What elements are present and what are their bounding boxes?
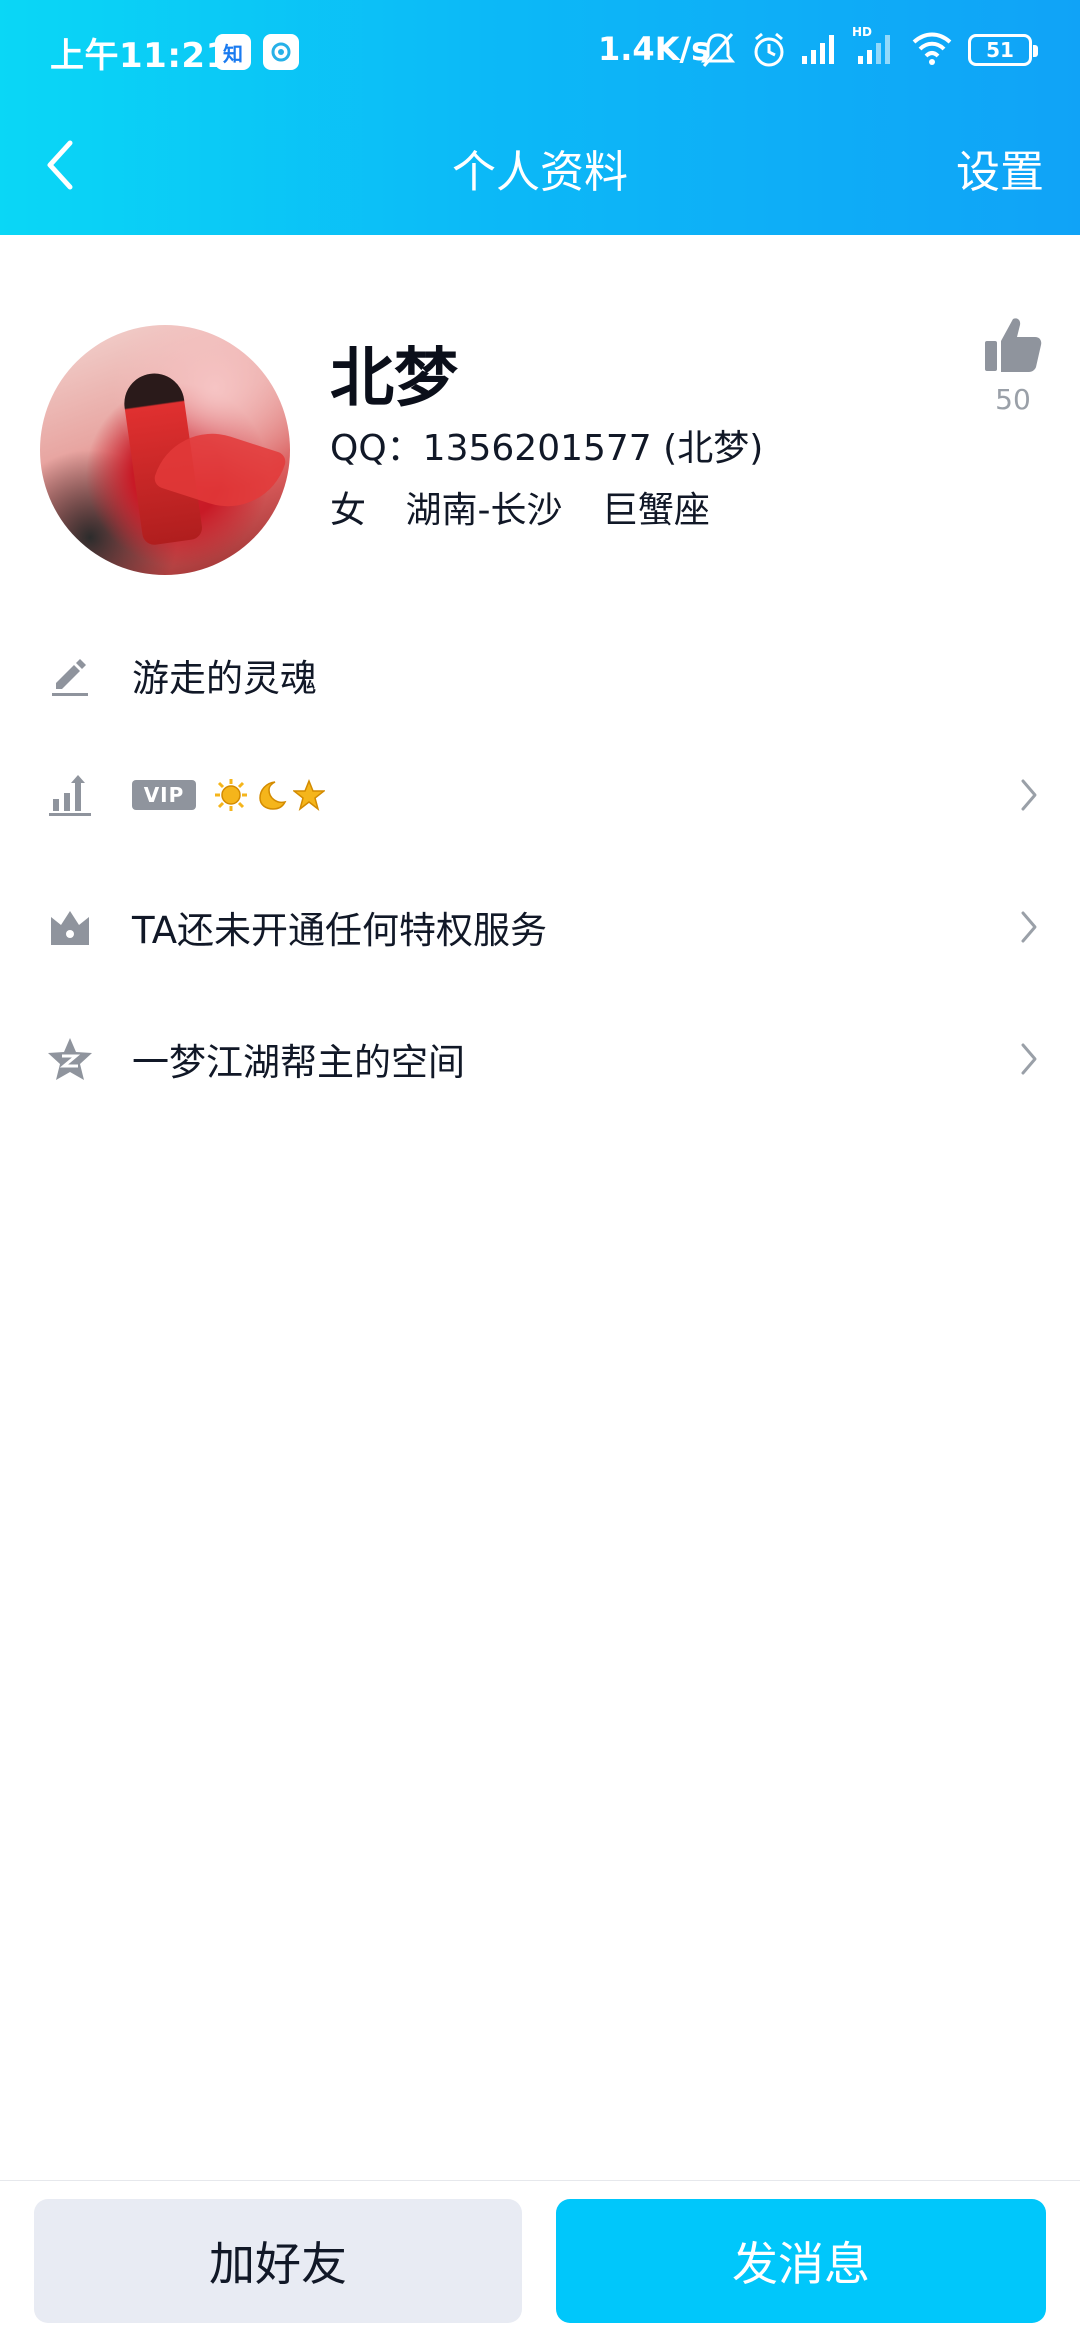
level-up-icon [44, 769, 96, 821]
zhihu-app-icon: 知 [215, 34, 251, 70]
header: 上午11:21 知 1.4K/s HD 51 个人资料 设置 [0, 0, 1080, 235]
profile-name: 北梦 [330, 342, 458, 416]
profile-info: 女 湖南-长沙 巨蟹座 [330, 481, 738, 533]
app-notification-icon [263, 34, 299, 70]
privilege-text: TA还未开通任何特权服务 [132, 909, 548, 952]
qzone-text: 一梦江湖帮主的空间 [132, 1041, 465, 1084]
qzone-row[interactable]: 一梦江湖帮主的空间 [0, 1004, 1080, 1114]
status-bar: 上午11:21 知 1.4K/s HD 51 [0, 0, 1080, 100]
gender: 女 [330, 490, 367, 531]
avatar[interactable] [40, 325, 290, 575]
like-count: 50 [995, 383, 1031, 416]
signature-text: 游走的灵魂 [132, 657, 317, 700]
status-time: 上午11:21 [50, 36, 230, 76]
page-title: 个人资料 [452, 147, 628, 198]
zodiac: 巨蟹座 [601, 490, 710, 531]
settings-button[interactable]: 设置 [956, 136, 1044, 200]
signature-row[interactable]: 游走的灵魂 [0, 620, 1080, 730]
moon-icon [254, 778, 288, 812]
nav-bar: 个人资料 设置 [0, 100, 1080, 235]
edit-pen-icon [44, 649, 96, 701]
vip-badge: VIP [132, 780, 196, 810]
profile-card: 北梦 QQ：1356201577 (北梦) 女 湖南-长沙 巨蟹座 50 [0, 235, 1080, 595]
send-message-button[interactable]: 发消息 [556, 2199, 1046, 2323]
svg-text:HD: HD [852, 25, 872, 39]
network-speed: 1.4K/s [598, 30, 711, 68]
thumb-up-icon [985, 318, 1042, 372]
sun-icon [214, 778, 248, 812]
qq-number: QQ：1356201577 (北梦) [330, 428, 764, 469]
star-icon [292, 778, 326, 812]
chevron-right-icon [1014, 907, 1044, 947]
privilege-row[interactable]: TA还未开通任何特权服务 [0, 872, 1080, 982]
vip-level-row[interactable]: VIP [0, 740, 1080, 850]
hd-signal-icon: HD [852, 24, 898, 72]
add-friend-button[interactable]: 加好友 [34, 2199, 522, 2323]
chevron-right-icon [1014, 775, 1044, 815]
signal-icon [800, 30, 840, 70]
location: 湖南-长沙 [405, 490, 563, 531]
crown-icon [44, 901, 96, 953]
alarm-icon [750, 30, 788, 74]
wifi-icon [910, 30, 954, 72]
mute-bell-icon [700, 30, 736, 74]
like-button[interactable]: 50 [978, 315, 1048, 416]
chevron-right-icon [1014, 1039, 1044, 1079]
qzone-star-icon [44, 1033, 96, 1085]
battery-icon: 51 [968, 34, 1038, 66]
bottom-action-bar: 加好友 发消息 [0, 2180, 1080, 2340]
